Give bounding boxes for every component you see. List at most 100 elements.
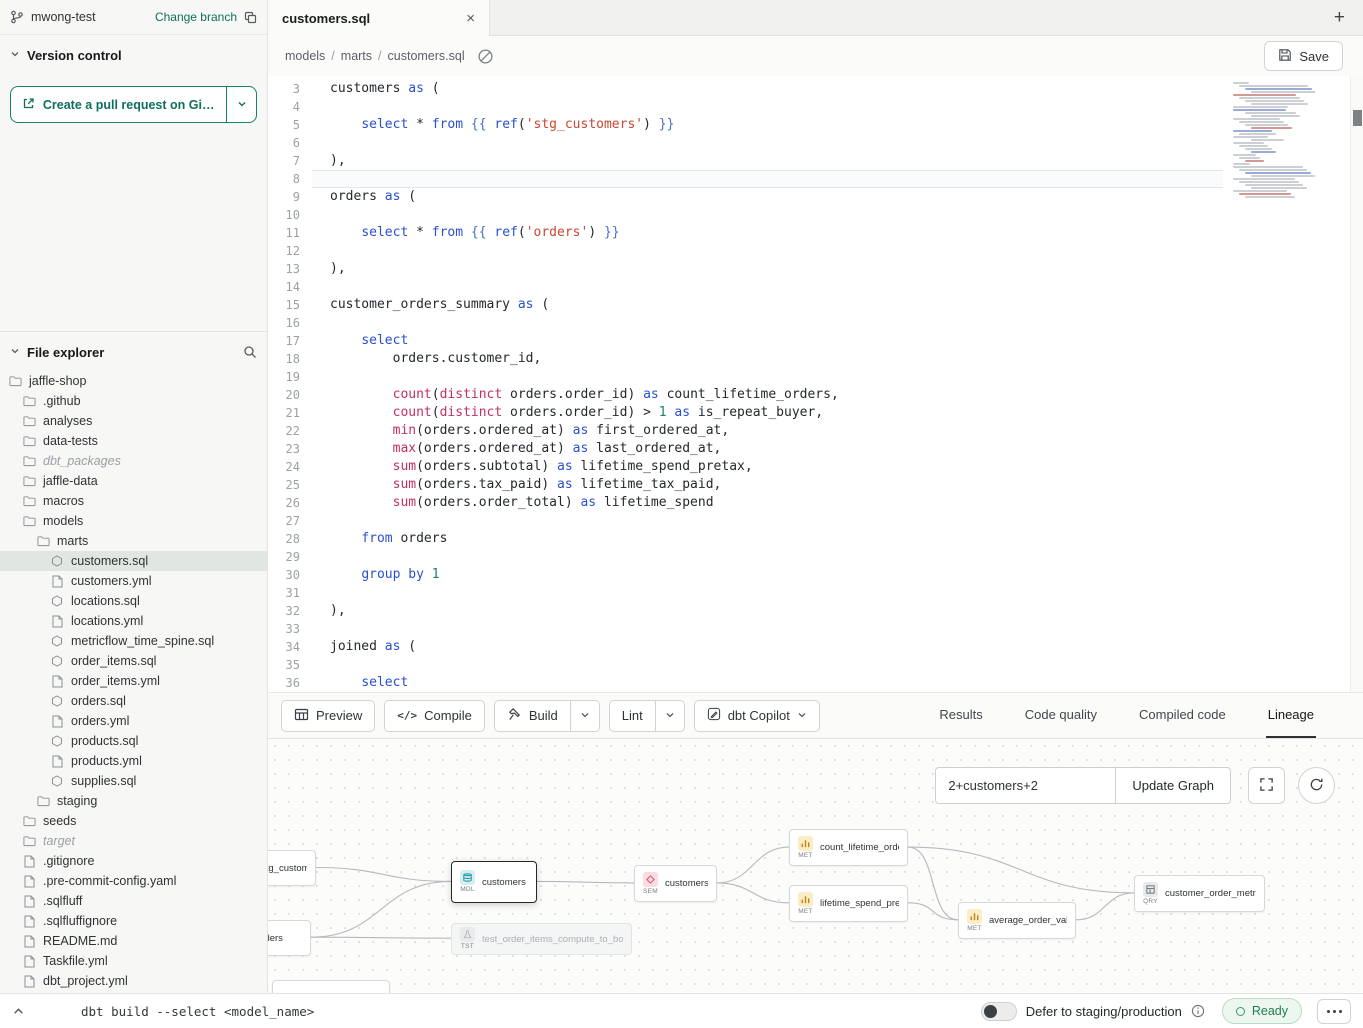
file-tree-item-.sqlfluff[interactable]: .sqlfluff bbox=[0, 891, 267, 911]
lineage-selector-input[interactable] bbox=[935, 767, 1115, 804]
slash-circle-icon[interactable] bbox=[477, 48, 494, 65]
file-tree-item-supplies.sql[interactable]: supplies.sql bbox=[0, 771, 267, 791]
code-line-27[interactable]: 27 bbox=[268, 512, 1363, 530]
breadcrumb-models[interactable]: models bbox=[285, 49, 325, 63]
file-tree-item-data-tests[interactable]: data-tests bbox=[0, 431, 267, 451]
code-line-8[interactable]: 8 bbox=[268, 170, 1363, 188]
code-line-14[interactable]: 14 bbox=[268, 278, 1363, 296]
info-icon[interactable] bbox=[1191, 1004, 1205, 1018]
tab-customers-sql[interactable]: customers.sql × bbox=[268, 0, 490, 36]
file-tree-item-Taskfile.yml[interactable]: Taskfile.yml bbox=[0, 951, 267, 971]
code-line-36[interactable]: 36 select bbox=[268, 674, 1363, 692]
expand-panel-chevron-up-icon[interactable] bbox=[12, 1005, 25, 1018]
tab-compiled-code[interactable]: Compiled code bbox=[1137, 693, 1228, 738]
lineage-node-customer_order_metrics[interactable]: QRYcustomer_order_metrics bbox=[1134, 875, 1265, 912]
file-tree-item-orders.sql[interactable]: orders.sql bbox=[0, 691, 267, 711]
code-line-28[interactable]: 28 from orders bbox=[268, 530, 1363, 548]
file-tree-item-locations.yml[interactable]: locations.yml bbox=[0, 611, 267, 631]
code-line-25[interactable]: 25 sum(orders.tax_paid) as lifetime_tax_… bbox=[268, 476, 1363, 494]
file-tree-item-order_items.sql[interactable]: order_items.sql bbox=[0, 651, 267, 671]
code-line-30[interactable]: 30 group by 1 bbox=[268, 566, 1363, 584]
lineage-node-count_lifetime_orders[interactable]: METcount_lifetime_orders bbox=[789, 829, 908, 866]
lineage-node-customers_model[interactable]: MDLcustomers bbox=[451, 861, 537, 903]
create-pr-button[interactable]: Create a pull request on Git... bbox=[11, 87, 226, 122]
code-line-23[interactable]: 23 max(orders.ordered_at) as last_ordere… bbox=[268, 440, 1363, 458]
code-line-15[interactable]: 15customer_orders_summary as ( bbox=[268, 296, 1363, 314]
tab-code-quality[interactable]: Code quality bbox=[1023, 693, 1099, 738]
editor-scrollbar[interactable] bbox=[1350, 76, 1363, 692]
copy-icon[interactable] bbox=[244, 11, 257, 24]
build-button[interactable]: Build bbox=[494, 700, 571, 732]
file-tree-item-jaffle-shop[interactable]: jaffle-shop bbox=[0, 371, 267, 391]
defer-toggle[interactable] bbox=[981, 1002, 1017, 1021]
lineage-node-partial_node[interactable] bbox=[272, 980, 390, 993]
code-line-9[interactable]: 9orders as ( bbox=[268, 188, 1363, 206]
file-tree-item-.github[interactable]: .github bbox=[0, 391, 267, 411]
code-line-19[interactable]: 19 bbox=[268, 368, 1363, 386]
tab-lineage[interactable]: Lineage bbox=[1266, 693, 1316, 738]
code-line-29[interactable]: 29 bbox=[268, 548, 1363, 566]
lineage-node-orders[interactable]: MDLorders bbox=[268, 920, 311, 956]
file-tree-item-target[interactable]: target bbox=[0, 831, 267, 851]
file-tree-item-seeds[interactable]: seeds bbox=[0, 811, 267, 831]
breadcrumb-marts[interactable]: marts bbox=[325, 49, 372, 63]
lint-dropdown-button[interactable] bbox=[656, 700, 685, 732]
lineage-node-stg_customers[interactable]: MDLstg_customers bbox=[268, 850, 316, 886]
file-tree-item-order_items.yml[interactable]: order_items.yml bbox=[0, 671, 267, 691]
code-line-16[interactable]: 16 bbox=[268, 314, 1363, 332]
file-tree-item-metricflow_time_spine.sql[interactable]: metricflow_time_spine.sql bbox=[0, 631, 267, 651]
file-tree-item-.sqlfluffignore[interactable]: .sqlfluffignore bbox=[0, 911, 267, 931]
file-tree-item-.pre-commit-config.yaml[interactable]: .pre-commit-config.yaml bbox=[0, 871, 267, 891]
change-branch-link[interactable]: Change branch bbox=[155, 10, 237, 24]
file-tree-item-analyses[interactable]: analyses bbox=[0, 411, 267, 431]
code-line-10[interactable]: 10 bbox=[268, 206, 1363, 224]
minimap[interactable] bbox=[1231, 78, 1315, 198]
save-button[interactable]: Save bbox=[1264, 41, 1343, 71]
new-tab-button[interactable]: + bbox=[1326, 0, 1353, 35]
code-line-11[interactable]: 11 select * from {{ ref('orders') }} bbox=[268, 224, 1363, 242]
compile-button[interactable]: </> Compile bbox=[384, 700, 485, 732]
file-tree-item-customers.sql[interactable]: customers.sql bbox=[0, 551, 267, 571]
file-tree-item-orders.yml[interactable]: orders.yml bbox=[0, 711, 267, 731]
file-tree-item-models[interactable]: models bbox=[0, 511, 267, 531]
code-line-12[interactable]: 12 bbox=[268, 242, 1363, 260]
tab-results[interactable]: Results bbox=[937, 693, 984, 738]
close-tab-icon[interactable]: × bbox=[466, 11, 475, 26]
fullscreen-button[interactable] bbox=[1248, 767, 1285, 804]
file-tree-item-marts[interactable]: marts bbox=[0, 531, 267, 551]
create-pr-dropdown-button[interactable] bbox=[226, 87, 256, 122]
file-tree-item-customers.yml[interactable]: customers.yml bbox=[0, 571, 267, 591]
build-dropdown-button[interactable] bbox=[571, 700, 600, 732]
file-tree-item-products.yml[interactable]: products.yml bbox=[0, 751, 267, 771]
lineage-node-average_order_value[interactable]: METaverage_order_value bbox=[958, 902, 1076, 939]
code-line-18[interactable]: 18 orders.customer_id, bbox=[268, 350, 1363, 368]
code-line-22[interactable]: 22 min(orders.ordered_at) as first_order… bbox=[268, 422, 1363, 440]
file-tree-item-.gitignore[interactable]: .gitignore bbox=[0, 851, 267, 871]
file-tree-item-locations.sql[interactable]: locations.sql bbox=[0, 591, 267, 611]
update-graph-button[interactable]: Update Graph bbox=[1115, 767, 1231, 804]
code-line-3[interactable]: 3customers as ( bbox=[268, 80, 1363, 98]
scrollbar-thumb[interactable] bbox=[1353, 110, 1362, 126]
file-tree-item-products.sql[interactable]: products.sql bbox=[0, 731, 267, 751]
code-line-4[interactable]: 4 bbox=[268, 98, 1363, 116]
file-tree-item-dbt_packages[interactable]: dbt_packages bbox=[0, 451, 267, 471]
code-line-24[interactable]: 24 sum(orders.subtotal) as lifetime_spen… bbox=[268, 458, 1363, 476]
code-line-6[interactable]: 6 bbox=[268, 134, 1363, 152]
version-control-header[interactable]: Version control bbox=[0, 35, 267, 72]
more-menu-button[interactable] bbox=[1317, 999, 1351, 1024]
code-line-32[interactable]: 32), bbox=[268, 602, 1363, 620]
preview-button[interactable]: Preview bbox=[281, 700, 375, 732]
lineage-node-customers_semantic[interactable]: SEMcustomers bbox=[634, 865, 717, 902]
code-line-20[interactable]: 20 count(distinct orders.order_id) as co… bbox=[268, 386, 1363, 404]
code-line-17[interactable]: 17 select bbox=[268, 332, 1363, 350]
code-line-13[interactable]: 13), bbox=[268, 260, 1363, 278]
refresh-button[interactable] bbox=[1298, 767, 1335, 804]
file-tree-item-jaffle-data[interactable]: jaffle-data bbox=[0, 471, 267, 491]
search-icon[interactable] bbox=[243, 345, 257, 359]
file-tree-item-dbt_project.yml[interactable]: dbt_project.yml bbox=[0, 971, 267, 991]
code-line-26[interactable]: 26 sum(orders.order_total) as lifetime_s… bbox=[268, 494, 1363, 512]
code-line-35[interactable]: 35 bbox=[268, 656, 1363, 674]
file-tree-item-README.md[interactable]: README.md bbox=[0, 931, 267, 951]
lineage-node-lifetime_spend_pretax[interactable]: METlifetime_spend_pretax bbox=[789, 885, 908, 922]
file-explorer-header[interactable]: File explorer bbox=[0, 332, 267, 369]
